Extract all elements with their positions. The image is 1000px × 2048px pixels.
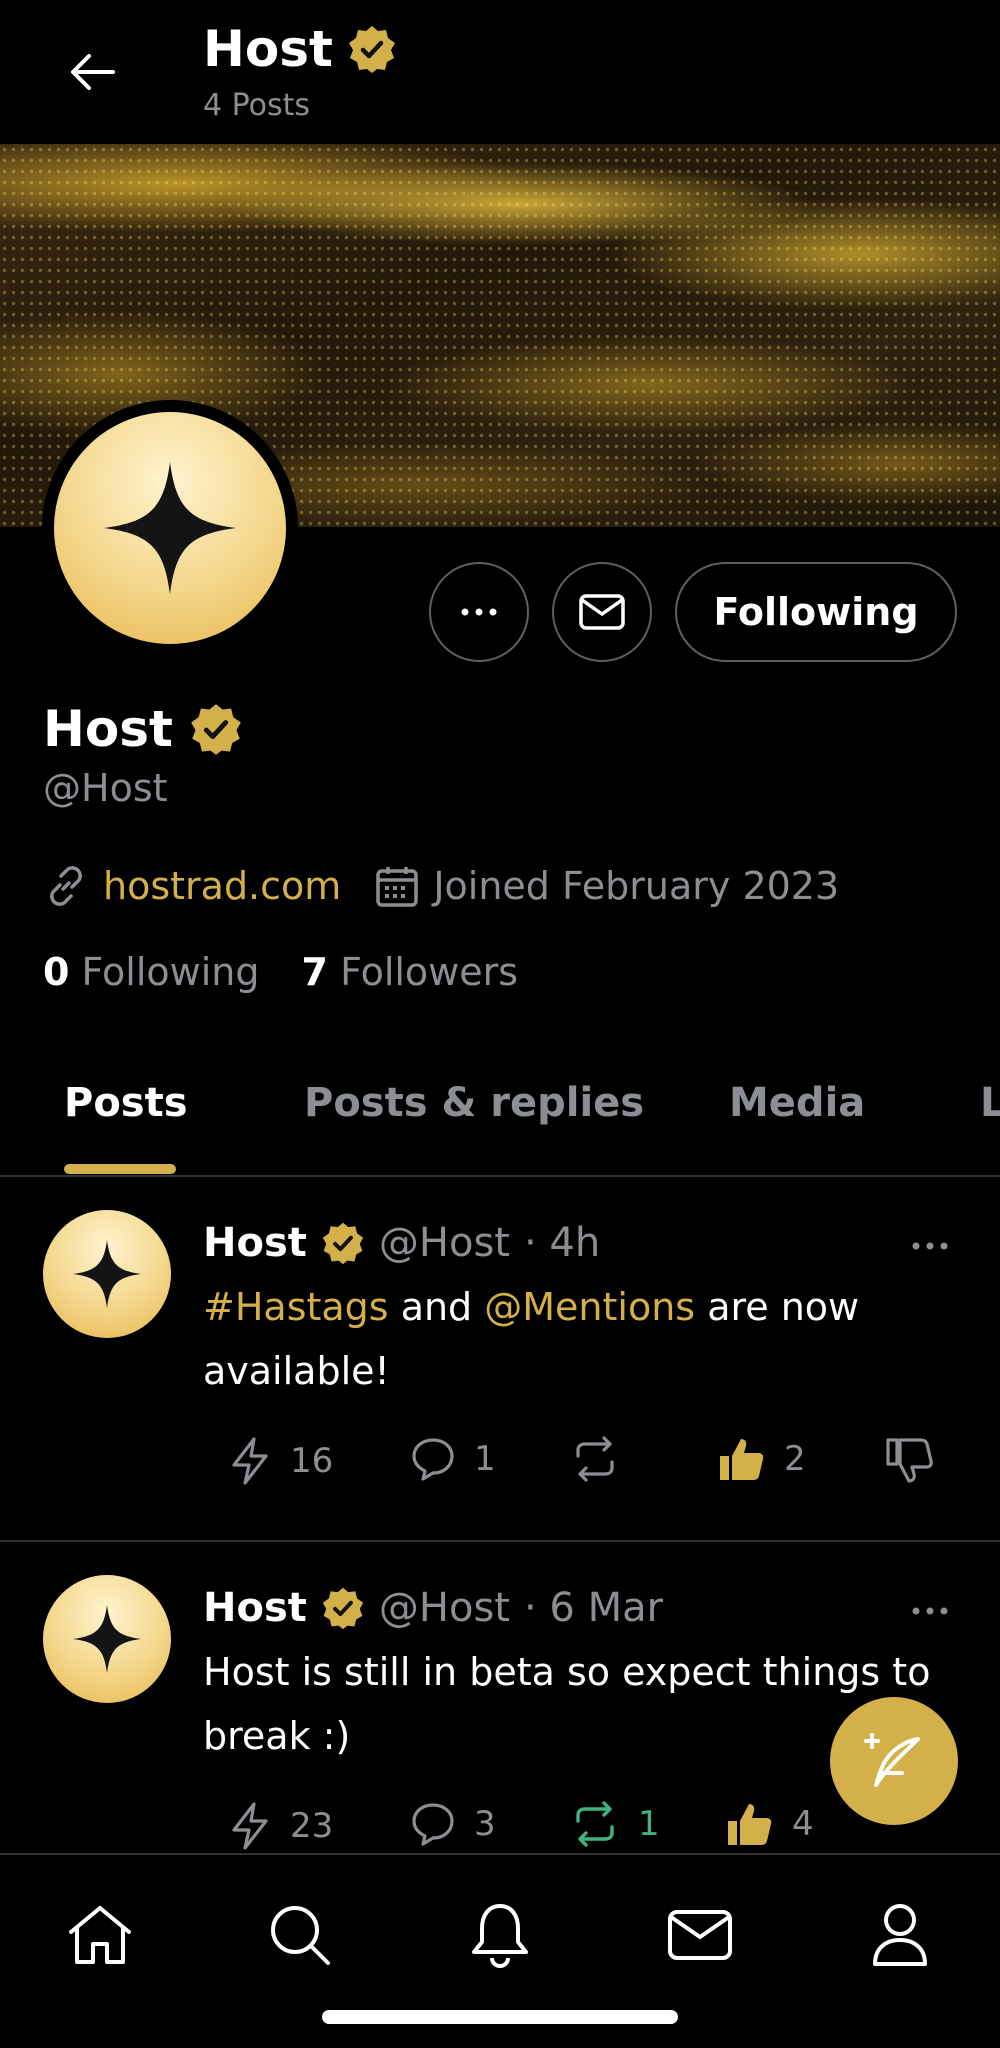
followers-stat[interactable]: 7 Followers xyxy=(302,950,519,994)
tab-posts[interactable]: Posts xyxy=(64,1080,188,1126)
bell-icon xyxy=(472,1904,528,1968)
sparkle-logo-icon xyxy=(73,1240,141,1308)
thumbs-up-icon xyxy=(720,1439,764,1480)
profile-meta: hostrad.com Joined February 2023 xyxy=(43,860,873,912)
profile-tabs: Posts Posts & replies Media L xyxy=(0,1060,1000,1177)
tab-likes[interactable]: L xyxy=(980,1080,1000,1126)
ellipsis-icon xyxy=(461,608,497,616)
feather-plus-icon xyxy=(864,1733,920,1787)
post-author-name[interactable]: Host xyxy=(203,1585,307,1631)
post-avatar[interactable] xyxy=(43,1575,171,1703)
header-title: Host xyxy=(203,20,397,78)
post-author-handle: @Host xyxy=(378,1585,510,1631)
lightning-icon xyxy=(232,1437,268,1485)
link-icon xyxy=(50,866,82,906)
profile-name: Host xyxy=(43,700,243,758)
tab-posts-replies[interactable]: Posts & replies xyxy=(304,1080,644,1126)
active-tab-indicator xyxy=(64,1164,176,1174)
post-more-button[interactable] xyxy=(900,1226,960,1266)
compose-button[interactable] xyxy=(830,1697,958,1825)
zap-button[interactable]: 23 xyxy=(228,1801,333,1851)
post-time: · 6 Mar xyxy=(523,1585,664,1631)
website-text[interactable]: hostrad.com xyxy=(103,864,341,908)
reply-button[interactable]: 1 xyxy=(410,1436,496,1482)
sparkle-logo-icon xyxy=(73,1605,141,1673)
nav-messages[interactable] xyxy=(660,1895,740,1975)
more-options-button[interactable] xyxy=(429,562,529,662)
following-button[interactable]: Following xyxy=(675,562,957,662)
profile-avatar[interactable] xyxy=(42,400,298,656)
lightning-icon xyxy=(232,1802,268,1850)
thumbs-up-icon xyxy=(728,1804,772,1845)
avatar-image xyxy=(54,412,286,644)
search-icon xyxy=(271,1906,330,1965)
nav-notifications[interactable] xyxy=(460,1895,540,1975)
home-indicator xyxy=(322,2010,678,2024)
top-bar: Host 4 Posts xyxy=(0,0,1000,144)
reply-button[interactable]: 3 xyxy=(410,1801,496,1847)
envelope-icon xyxy=(579,594,625,630)
repost-icon xyxy=(576,1801,614,1847)
post-more-button[interactable] xyxy=(900,1591,960,1631)
nav-search[interactable] xyxy=(260,1895,340,1975)
hashtag-link[interactable]: #Hastags xyxy=(203,1285,389,1329)
mention-link[interactable]: @Mentions xyxy=(484,1285,695,1329)
post-actions: 16 1 2 xyxy=(0,1426,1000,1496)
envelope-icon xyxy=(668,1910,732,1960)
verified-badge-icon xyxy=(322,1222,364,1265)
post-count: 4 Posts xyxy=(203,88,311,123)
post-item[interactable]: Host @Host · 4h #Hastags and @Mentions a… xyxy=(0,1178,1000,1542)
post-author-handle: @Host xyxy=(378,1220,510,1266)
verified-badge-icon xyxy=(191,704,241,755)
post-time: · 4h xyxy=(523,1220,601,1266)
ellipsis-icon xyxy=(912,1242,948,1250)
like-button[interactable]: 2 xyxy=(716,1434,806,1484)
zap-button[interactable]: 16 xyxy=(228,1436,333,1486)
speech-bubble-icon xyxy=(412,1803,454,1846)
post-avatar[interactable] xyxy=(43,1210,171,1338)
verified-badge-icon xyxy=(348,26,395,73)
post-text: #Hastags and @Mentions are now available… xyxy=(203,1285,860,1393)
nav-home[interactable] xyxy=(60,1895,140,1975)
back-button[interactable] xyxy=(60,40,124,104)
thumbs-down-icon xyxy=(886,1438,933,1483)
sparkle-logo-icon xyxy=(104,462,236,594)
dislike-button[interactable] xyxy=(884,1436,934,1486)
joined-date: Joined February 2023 xyxy=(375,864,839,908)
message-button[interactable] xyxy=(552,562,652,662)
repost-icon xyxy=(576,1436,614,1482)
like-button[interactable]: 4 xyxy=(724,1799,814,1849)
repost-button[interactable] xyxy=(570,1436,620,1482)
verified-badge-icon xyxy=(322,1587,364,1630)
speech-bubble-icon xyxy=(412,1438,454,1481)
nav-profile[interactable] xyxy=(860,1895,940,1975)
tab-media[interactable]: Media xyxy=(729,1080,865,1126)
repost-button[interactable]: 1 xyxy=(570,1801,660,1847)
profile-handle: @Host xyxy=(43,766,168,810)
person-icon xyxy=(873,1904,927,1966)
ellipsis-icon xyxy=(912,1607,948,1615)
post-author-name[interactable]: Host xyxy=(203,1220,307,1266)
arrow-left-icon xyxy=(71,54,115,90)
website-link[interactable]: hostrad.com xyxy=(43,863,341,909)
home-icon xyxy=(69,1906,131,1964)
calendar-icon xyxy=(376,867,419,907)
follow-stats: 0 Following 7 Followers xyxy=(43,950,518,994)
following-stat[interactable]: 0 Following xyxy=(43,950,260,994)
post-header: Host @Host · 6 Mar xyxy=(203,1585,663,1631)
post-header: Host @Host · 4h xyxy=(203,1220,600,1266)
